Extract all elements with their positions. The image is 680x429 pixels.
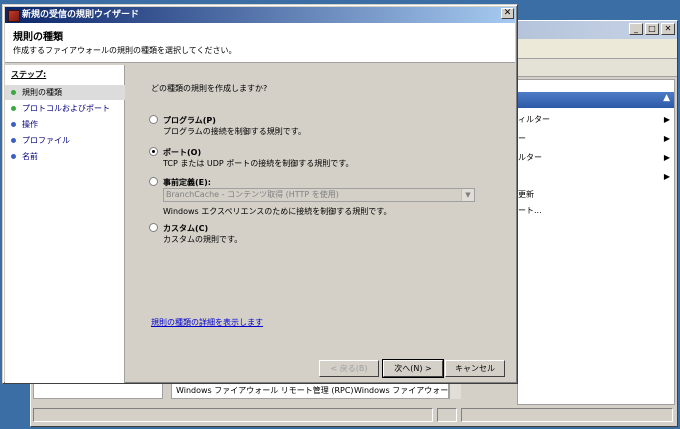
cancel-button[interactable]: キャンセル [445, 360, 505, 377]
action-pane: ▲ ィルター ▶ ー ▶ ルター ▶ ▶ 更新 ート... [517, 79, 675, 405]
step-bullet-icon [11, 122, 16, 127]
step-name[interactable]: 名前 [5, 149, 125, 164]
action-label: ート... [518, 206, 542, 215]
action-item[interactable]: ▶ [518, 170, 674, 184]
submenu-arrow-icon: ▶ [663, 172, 670, 181]
select-value: BranchCache - コンテンツ取得 (HTTP を使用) [166, 190, 339, 199]
option-description: カスタムの規則です。 [163, 235, 243, 244]
rule-type-details-link[interactable]: 規則の種類の詳細を表示します [151, 317, 263, 328]
new-inbound-rule-wizard: 新規の受信の規則ウイザード ✕ 規則の種類 作成するファイアウォールの規則の種類… [2, 4, 518, 384]
action-item[interactable]: ー ▶ [518, 132, 674, 146]
firewall-icon [8, 10, 20, 22]
submenu-arrow-icon: ▶ [663, 153, 670, 162]
action-label: 更新 [518, 190, 534, 199]
action-item[interactable]: 更新 [518, 188, 674, 202]
option-description: TCP または UDP ポートの接続を制御する規則です。 [163, 159, 354, 168]
minimize-button[interactable]: _ [629, 23, 643, 35]
chevron-down-icon[interactable]: ▼ [461, 189, 474, 201]
action-item[interactable]: ルター ▶ [518, 151, 674, 165]
dialog-title-bar[interactable]: 新規の受信の規則ウイザード [5, 7, 515, 23]
action-pane-header[interactable]: ▲ [518, 92, 674, 108]
step-label: プロトコルおよびポート [22, 104, 110, 113]
predefined-radio[interactable] [149, 177, 158, 186]
rule-type-question: どの種類の規則を作成しますか? [151, 84, 268, 93]
steps-label: ステップ: [11, 70, 47, 79]
step-label: 名前 [22, 152, 38, 161]
wizard-header: 規則の種類 作成するファイアウォールの規則の種類を選択してください。 [5, 23, 515, 63]
back-button[interactable]: < 戻る(B) [319, 360, 379, 377]
action-item[interactable]: ィルター ▶ [518, 113, 674, 127]
step-label: 規則の種類 [22, 88, 62, 97]
next-button[interactable]: 次へ(N) > [382, 359, 444, 378]
step-bullet-icon [11, 138, 16, 143]
list-row-group[interactable]: Windows ファイアウォー [354, 385, 448, 396]
option-title[interactable]: ポート(O) [163, 147, 201, 158]
custom-radio[interactable] [149, 223, 158, 232]
action-label: ルター [518, 153, 542, 162]
step-bullet-icon [11, 154, 16, 159]
dialog-close-button[interactable]: ✕ [501, 8, 514, 19]
predefined-rule-select[interactable]: BranchCache - コンテンツ取得 (HTTP を使用) ▼ [163, 188, 475, 202]
option-description: プログラムの接続を制御する規則です。 [163, 127, 306, 136]
action-label: ー [518, 134, 526, 143]
list-row-name[interactable]: Windows ファイアウォール リモート管理 (RPC) [176, 385, 354, 396]
option-description: Windows エクスペリエンスのために接続を制御する規則です。 [163, 207, 392, 216]
step-label: 操作 [22, 120, 38, 129]
page-title: 規則の種類 [13, 32, 63, 43]
port-radio[interactable] [149, 147, 158, 156]
step-bullet-icon [11, 90, 16, 95]
page-subtitle: 作成するファイアウォールの規則の種類を選択してください。 [13, 46, 237, 55]
submenu-arrow-icon: ▶ [663, 134, 670, 143]
action-label: ィルター [518, 115, 550, 124]
step-bullet-icon [11, 106, 16, 111]
status-pane [437, 408, 457, 422]
close-button[interactable]: ✕ [661, 23, 675, 35]
status-bar [31, 405, 677, 426]
maximize-button[interactable]: □ [645, 23, 659, 35]
wizard-content: どの種類の規則を作成しますか? プログラム(P) プログラムの接続を制御する規則… [127, 65, 517, 383]
option-title[interactable]: プログラム(P) [163, 115, 216, 126]
option-title[interactable]: カスタム(C) [163, 223, 208, 234]
step-profile[interactable]: プロファイル [5, 133, 125, 148]
step-label: プロファイル [22, 136, 70, 145]
step-rule-type[interactable]: 規則の種類 [5, 85, 125, 100]
steps-pane: ステップ: 規則の種類 プロトコルおよびポート 操作 プロファイル 名前 [5, 65, 125, 383]
action-item[interactable]: ート... [518, 204, 674, 218]
collapse-icon[interactable]: ▲ [663, 93, 670, 103]
option-title[interactable]: 事前定義(E): [163, 177, 211, 188]
submenu-arrow-icon: ▶ [663, 115, 670, 124]
status-pane [33, 408, 433, 422]
program-radio[interactable] [149, 115, 158, 124]
status-pane [461, 408, 673, 422]
step-protocol-port[interactable]: プロトコルおよびポート [5, 101, 125, 116]
dialog-title: 新規の受信の規則ウイザード [22, 10, 140, 20]
step-action[interactable]: 操作 [5, 117, 125, 132]
